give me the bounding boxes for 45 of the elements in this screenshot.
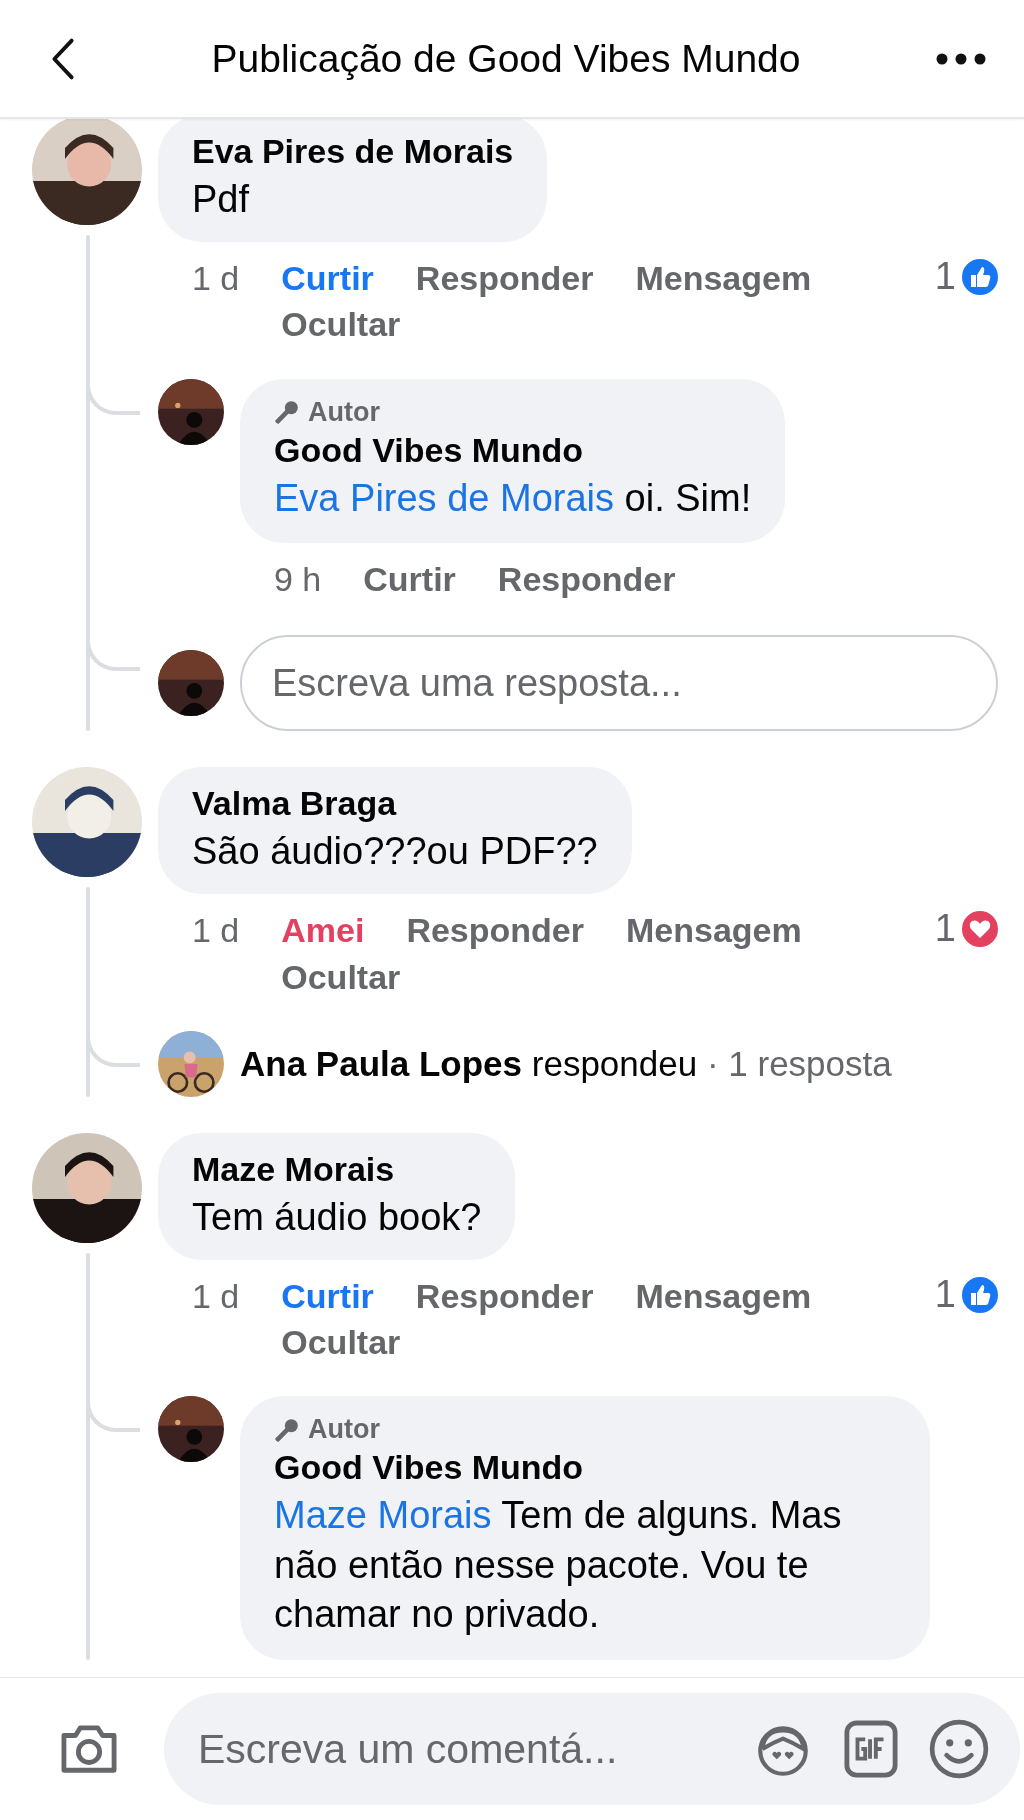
- back-icon[interactable]: [50, 36, 76, 81]
- action-link[interactable]: Curtir: [363, 556, 456, 602]
- author-name[interactable]: Maze Morais: [192, 1146, 482, 1193]
- author-name[interactable]: Valma Braga: [192, 781, 598, 827]
- action-link[interactable]: Ocultar: [281, 1320, 401, 1365]
- comment-text: Pdf: [192, 176, 251, 222]
- reply-text: Maze Morais Tem de alguns. Mas não então nesse pacote. Vou te chamar no privado.: [274, 1493, 843, 1638]
- action-link[interactable]: Mensagem: [635, 1274, 812, 1319]
- action-link[interactable]: Responder: [497, 556, 676, 602]
- author-name[interactable]: Eva Pires de Morais: [192, 129, 514, 175]
- author-name[interactable]: Good Vibes Mundo: [274, 427, 752, 474]
- mention-link[interactable]: Eva Pires de Morais: [274, 476, 614, 519]
- timestamp: 9 h: [274, 558, 322, 600]
- reaction-link[interactable]: Amei: [281, 908, 365, 953]
- action-link[interactable]: Responder: [415, 256, 594, 301]
- mention-link[interactable]: Maze Morais: [274, 1494, 492, 1537]
- action-link[interactable]: Mensagem: [635, 256, 812, 301]
- reply-summary[interactable]: Ana Paula Lopes respondeu · 1 resposta: [240, 1043, 892, 1084]
- reply-field[interactable]: Escreva uma resposta...: [240, 635, 998, 732]
- more-icon[interactable]: [936, 52, 986, 65]
- action-link[interactable]: Responder: [415, 1274, 594, 1319]
- timestamp: 1 d: [192, 910, 240, 952]
- action-link[interactable]: Ocultar: [281, 954, 401, 999]
- action-link[interactable]: Responder: [406, 908, 584, 953]
- timestamp: 1 d: [192, 1276, 240, 1318]
- author-label: Autor: [308, 396, 380, 428]
- comment-text: Tem áudio book?: [192, 1194, 482, 1240]
- author-label: Autor: [308, 1414, 380, 1446]
- microphone-icon: [274, 1416, 300, 1443]
- gif-icon[interactable]: [844, 1720, 898, 1778]
- author-name[interactable]: Good Vibes Mundo: [274, 1445, 896, 1492]
- action-link[interactable]: Ocultar: [281, 302, 401, 347]
- timestamp: 1 d: [192, 258, 240, 300]
- reaction-link[interactable]: Curtir: [281, 1274, 374, 1319]
- reaction-count: 1: [934, 254, 956, 300]
- comment-text: São áudio???ou PDF??: [192, 829, 598, 874]
- reaction-count: 1: [934, 1272, 956, 1318]
- comment-field[interactable]: Escreva um comentá...: [164, 1693, 1020, 1805]
- reply-text: Eva Pires de Morais oi. Sim!: [274, 475, 752, 521]
- microphone-icon: [274, 399, 300, 426]
- smiley-icon[interactable]: [928, 1718, 990, 1780]
- action-link[interactable]: Mensagem: [626, 908, 802, 953]
- reaction-link[interactable]: Curtir: [281, 256, 374, 301]
- reaction-count: 1: [934, 906, 956, 952]
- page-title: Publicação de Good Vibes Mundo: [211, 36, 801, 81]
